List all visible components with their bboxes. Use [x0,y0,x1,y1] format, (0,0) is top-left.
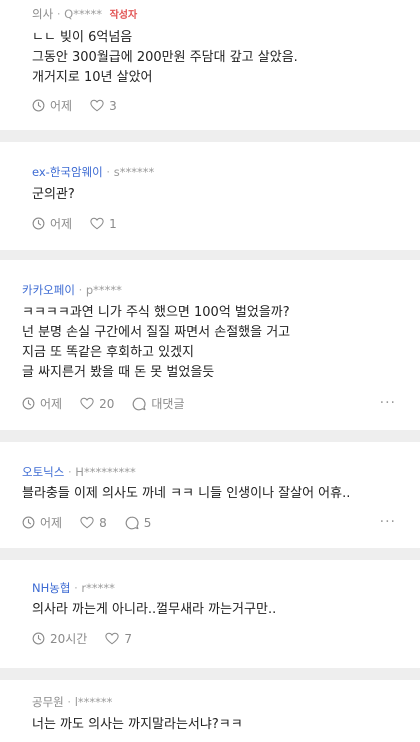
separator: · [67,465,72,479]
like-count: 3 [109,98,117,113]
separator: · [56,7,61,21]
separator: · [106,165,111,179]
comment-meta: 카카오페이 · p***** [22,282,122,298]
comment-meta: 오토닉스 · H********* [22,464,136,480]
comment-actions: 어제 8 5 [22,514,169,531]
reply-button[interactable]: 대댓글 [132,395,185,412]
like-button[interactable]: 7 [105,632,132,646]
comment-meta: ex-한국암웨이 · s****** [32,164,154,180]
comment-card: 오토닉스 · H********* 블라충들 이제 의사도 까네 ㅋㅋ 니들 인… [0,442,420,548]
separator: · [67,695,72,709]
heart-icon [80,516,94,529]
reply-count: 5 [143,515,152,530]
reply-label: 대댓글 [151,397,185,411]
username: Q***** [64,7,102,21]
heart-icon [105,632,120,645]
comment-text-line: ㅋㅋㅋㅋ과연 니가 주식 했으면 100억 벌었을까? [22,305,290,320]
comment-card: 의사 · Q***** 작성자 ㄴㄴ 빚이 6억넘음 그동안 300월급에 20… [0,0,420,130]
comment-text-line: 의사라 까는게 아니라..껄무새라 까는거구만.. [32,602,277,617]
username: l****** [74,695,113,709]
like-button[interactable]: 1 [90,217,117,231]
company-name[interactable]: NH농협 [32,581,70,595]
time-label: 어제 [50,217,73,231]
separator: · [78,283,83,297]
timestamp: 20시간 [32,630,87,647]
username: r***** [81,581,115,595]
comment-text-line: 지금 또 똑같은 후회하고 있겠지 [22,345,195,360]
comment-actions: 어제 3 [32,97,135,114]
comment-text-line: 글 싸지른거 봤을 때 돈 못 벌었을듯 [22,365,215,380]
timestamp: 어제 [22,395,62,412]
clock-icon [22,516,35,529]
comment-text-line: 블라충들 이제 의사도 까네 ㅋㅋ 니들 인생이나 잘살어 어휴.. [22,486,351,501]
like-count: 20 [99,396,115,411]
like-button[interactable]: 20 [80,397,114,411]
like-count: 7 [124,631,132,646]
company-name[interactable]: 오토닉스 [22,465,64,479]
speech-bubble-icon [125,516,139,529]
time-label: 20시간 [50,632,88,646]
comment-card: 공무원 · l****** 너는 까도 의사는 까지말라는서냐?ㅋㅋ [0,680,420,742]
heart-icon [80,397,94,410]
comment-meta: 의사 · Q***** 작성자 [32,6,137,22]
username: H********* [75,465,136,479]
heart-icon [90,99,104,112]
timestamp: 어제 [22,514,62,531]
heart-icon [90,217,104,230]
company-name[interactable]: 카카오페이 [22,283,75,297]
comment-meta: NH농협 · r***** [32,580,115,596]
comment-card: 카카오페이 · p***** ㅋㅋㅋㅋ과연 니가 주식 했으면 100억 벌었을… [0,260,420,430]
like-button[interactable]: 8 [80,516,107,530]
comment-text-line: 개거지로 10년 살았어 [32,70,153,85]
username: p***** [85,283,122,297]
company-name[interactable]: 공무원 [32,695,64,709]
company-name[interactable]: ex-한국암웨이 [32,165,103,179]
comment-card: ex-한국암웨이 · s****** 군의관? 어제 1 [0,142,420,250]
time-label: 어제 [40,397,63,411]
clock-icon [22,397,35,410]
comment-actions: 20시간 7 [32,630,150,647]
like-count: 8 [99,515,107,530]
username: s****** [113,165,155,179]
comment-text-line: 그동안 300월급에 200만원 주담대 갚고 살았음. [32,50,298,65]
clock-icon [32,632,45,645]
more-options-button[interactable]: ··· [380,395,396,411]
separator: · [74,581,78,595]
like-count: 1 [109,216,117,231]
time-label: 어제 [40,516,63,530]
comment-card: NH농협 · r***** 의사라 까는게 아니라..껄무새라 까는거구만.. … [0,560,420,668]
speech-bubble-icon [133,397,146,410]
comment-actions: 어제 20 대댓글 [22,395,203,412]
comment-meta: 공무원 · l****** [32,694,112,710]
like-button[interactable]: 3 [90,99,117,113]
comment-text-line: 군의관? [32,187,75,202]
clock-icon [32,217,45,230]
time-label: 어제 [50,99,73,113]
clock-icon [32,99,45,112]
timestamp: 어제 [32,215,72,232]
author-badge: 작성자 [109,10,138,21]
timestamp: 어제 [32,97,72,114]
comment-text-line: ㄴㄴ 빚이 6억넘음 [32,30,133,45]
company-name[interactable]: 의사 [32,7,53,21]
more-options-button[interactable]: ··· [380,514,396,530]
comment-actions: 어제 1 [32,215,135,232]
comment-text-line: 넌 분명 손실 구간에서 질질 짜면서 손절했을 거고 [22,325,291,340]
comment-text-line: 너는 까도 의사는 까지말라는서냐?ㅋㅋ [32,717,243,732]
reply-button[interactable]: 5 [125,515,152,530]
